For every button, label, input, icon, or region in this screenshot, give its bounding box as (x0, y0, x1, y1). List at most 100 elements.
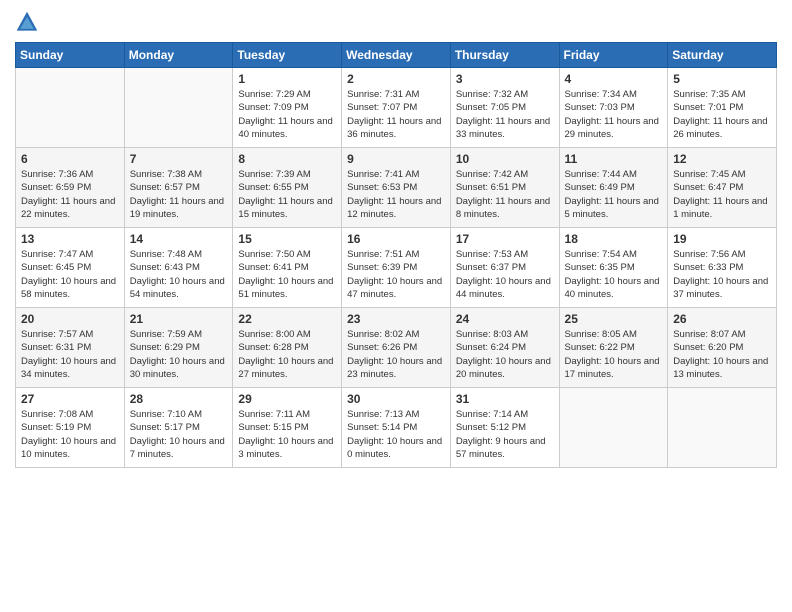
calendar-cell: 1 Sunrise: 7:29 AM Sunset: 7:09 PM Daylig… (233, 68, 342, 148)
day-info: Sunrise: 7:38 AM Sunset: 6:57 PM Dayligh… (130, 168, 228, 221)
calendar-header-row: SundayMondayTuesdayWednesdayThursdayFrid… (16, 43, 777, 68)
day-info: Sunrise: 7:31 AM Sunset: 7:07 PM Dayligh… (347, 88, 445, 141)
day-info: Sunrise: 8:00 AM Sunset: 6:28 PM Dayligh… (238, 328, 336, 381)
day-info: Sunrise: 8:02 AM Sunset: 6:26 PM Dayligh… (347, 328, 445, 381)
calendar-cell (559, 388, 668, 468)
calendar-cell: 2 Sunrise: 7:31 AM Sunset: 7:07 PM Daylig… (342, 68, 451, 148)
day-number: 26 (673, 312, 771, 326)
day-number: 15 (238, 232, 336, 246)
day-info: Sunrise: 7:51 AM Sunset: 6:39 PM Dayligh… (347, 248, 445, 301)
day-number: 4 (565, 72, 663, 86)
calendar-cell: 17 Sunrise: 7:53 AM Sunset: 6:37 PM Dayli… (450, 228, 559, 308)
column-header-friday: Friday (559, 43, 668, 68)
day-info: Sunrise: 7:29 AM Sunset: 7:09 PM Dayligh… (238, 88, 336, 141)
column-header-monday: Monday (124, 43, 233, 68)
calendar-cell: 26 Sunrise: 8:07 AM Sunset: 6:20 PM Dayli… (668, 308, 777, 388)
day-number: 13 (21, 232, 119, 246)
calendar-cell: 29 Sunrise: 7:11 AM Sunset: 5:15 PM Dayli… (233, 388, 342, 468)
day-number: 10 (456, 152, 554, 166)
column-header-tuesday: Tuesday (233, 43, 342, 68)
day-number: 20 (21, 312, 119, 326)
column-header-saturday: Saturday (668, 43, 777, 68)
day-number: 16 (347, 232, 445, 246)
day-number: 24 (456, 312, 554, 326)
calendar-cell: 3 Sunrise: 7:32 AM Sunset: 7:05 PM Daylig… (450, 68, 559, 148)
calendar-cell: 21 Sunrise: 7:59 AM Sunset: 6:29 PM Dayli… (124, 308, 233, 388)
calendar-cell: 23Sunrise: 8:02 AM Sunset: 6:26 PM Dayli… (342, 308, 451, 388)
calendar-cell: 5 Sunrise: 7:35 AM Sunset: 7:01 PM Daylig… (668, 68, 777, 148)
calendar-cell: 13Sunrise: 7:47 AM Sunset: 6:45 PM Dayli… (16, 228, 125, 308)
day-number: 8 (238, 152, 336, 166)
calendar-cell: 10 Sunrise: 7:42 AM Sunset: 6:51 PM Dayli… (450, 148, 559, 228)
calendar-cell: 8 Sunrise: 7:39 AM Sunset: 6:55 PM Daylig… (233, 148, 342, 228)
calendar-week-row: 6 Sunrise: 7:36 AM Sunset: 6:59 PM Daylig… (16, 148, 777, 228)
calendar-cell: 6 Sunrise: 7:36 AM Sunset: 6:59 PM Daylig… (16, 148, 125, 228)
calendar-cell: 31 Sunrise: 7:14 AM Sunset: 5:12 PM Dayli… (450, 388, 559, 468)
calendar-cell (124, 68, 233, 148)
day-info: Sunrise: 8:05 AM Sunset: 6:22 PM Dayligh… (565, 328, 663, 381)
day-number: 28 (130, 392, 228, 406)
day-info: Sunrise: 7:57 AM Sunset: 6:31 PM Dayligh… (21, 328, 119, 381)
day-info: Sunrise: 8:07 AM Sunset: 6:20 PM Dayligh… (673, 328, 771, 381)
day-number: 18 (565, 232, 663, 246)
calendar-cell: 4 Sunrise: 7:34 AM Sunset: 7:03 PM Daylig… (559, 68, 668, 148)
day-info: Sunrise: 7:53 AM Sunset: 6:37 PM Dayligh… (456, 248, 554, 301)
calendar-cell: 30Sunrise: 7:13 AM Sunset: 5:14 PM Dayli… (342, 388, 451, 468)
day-number: 9 (347, 152, 445, 166)
day-number: 17 (456, 232, 554, 246)
day-info: Sunrise: 7:59 AM Sunset: 6:29 PM Dayligh… (130, 328, 228, 381)
day-info: Sunrise: 7:41 AM Sunset: 6:53 PM Dayligh… (347, 168, 445, 221)
day-number: 21 (130, 312, 228, 326)
column-header-thursday: Thursday (450, 43, 559, 68)
calendar-cell: 15 Sunrise: 7:50 AM Sunset: 6:41 PM Dayli… (233, 228, 342, 308)
calendar-cell (668, 388, 777, 468)
day-number: 30 (347, 392, 445, 406)
day-info: Sunrise: 7:56 AM Sunset: 6:33 PM Dayligh… (673, 248, 771, 301)
day-number: 2 (347, 72, 445, 86)
calendar-week-row: 27 Sunrise: 7:08 AM Sunset: 5:19 PM Dayli… (16, 388, 777, 468)
calendar-cell: 12Sunrise: 7:45 AM Sunset: 6:47 PM Dayli… (668, 148, 777, 228)
day-info: Sunrise: 7:14 AM Sunset: 5:12 PM Dayligh… (456, 408, 554, 461)
day-number: 12 (673, 152, 771, 166)
day-number: 14 (130, 232, 228, 246)
calendar-cell (16, 68, 125, 148)
day-number: 27 (21, 392, 119, 406)
day-info: Sunrise: 7:54 AM Sunset: 6:35 PM Dayligh… (565, 248, 663, 301)
day-number: 11 (565, 152, 663, 166)
day-info: Sunrise: 7:34 AM Sunset: 7:03 PM Dayligh… (565, 88, 663, 141)
day-info: Sunrise: 7:11 AM Sunset: 5:15 PM Dayligh… (238, 408, 336, 461)
day-info: Sunrise: 7:32 AM Sunset: 7:05 PM Dayligh… (456, 88, 554, 141)
day-info: Sunrise: 7:42 AM Sunset: 6:51 PM Dayligh… (456, 168, 554, 221)
calendar-cell: 18 Sunrise: 7:54 AM Sunset: 6:35 PM Dayli… (559, 228, 668, 308)
calendar-cell: 28 Sunrise: 7:10 AM Sunset: 5:17 PM Dayli… (124, 388, 233, 468)
calendar-cell: 7Sunrise: 7:38 AM Sunset: 6:57 PM Daylig… (124, 148, 233, 228)
calendar-cell: 20 Sunrise: 7:57 AM Sunset: 6:31 PM Dayli… (16, 308, 125, 388)
day-info: Sunrise: 7:10 AM Sunset: 5:17 PM Dayligh… (130, 408, 228, 461)
logo-icon (15, 10, 39, 34)
day-number: 22 (238, 312, 336, 326)
day-info: Sunrise: 7:50 AM Sunset: 6:41 PM Dayligh… (238, 248, 336, 301)
calendar-cell: 11 Sunrise: 7:44 AM Sunset: 6:49 PM Dayli… (559, 148, 668, 228)
day-info: Sunrise: 8:03 AM Sunset: 6:24 PM Dayligh… (456, 328, 554, 381)
day-info: Sunrise: 7:44 AM Sunset: 6:49 PM Dayligh… (565, 168, 663, 221)
day-info: Sunrise: 7:35 AM Sunset: 7:01 PM Dayligh… (673, 88, 771, 141)
calendar-cell: 27 Sunrise: 7:08 AM Sunset: 5:19 PM Dayli… (16, 388, 125, 468)
column-header-sunday: Sunday (16, 43, 125, 68)
day-number: 31 (456, 392, 554, 406)
day-info: Sunrise: 7:08 AM Sunset: 5:19 PM Dayligh… (21, 408, 119, 461)
day-number: 1 (238, 72, 336, 86)
day-info: Sunrise: 7:36 AM Sunset: 6:59 PM Dayligh… (21, 168, 119, 221)
calendar-cell: 16 Sunrise: 7:51 AM Sunset: 6:39 PM Dayli… (342, 228, 451, 308)
day-number: 5 (673, 72, 771, 86)
day-info: Sunrise: 7:39 AM Sunset: 6:55 PM Dayligh… (238, 168, 336, 221)
calendar-cell: 19Sunrise: 7:56 AM Sunset: 6:33 PM Dayli… (668, 228, 777, 308)
calendar-cell: 14Sunrise: 7:48 AM Sunset: 6:43 PM Dayli… (124, 228, 233, 308)
calendar-cell: 9 Sunrise: 7:41 AM Sunset: 6:53 PM Daylig… (342, 148, 451, 228)
calendar-week-row: 20 Sunrise: 7:57 AM Sunset: 6:31 PM Dayli… (16, 308, 777, 388)
calendar-week-row: 13Sunrise: 7:47 AM Sunset: 6:45 PM Dayli… (16, 228, 777, 308)
calendar-table: SundayMondayTuesdayWednesdayThursdayFrid… (15, 42, 777, 468)
calendar-week-row: 1 Sunrise: 7:29 AM Sunset: 7:09 PM Daylig… (16, 68, 777, 148)
day-number: 29 (238, 392, 336, 406)
day-number: 3 (456, 72, 554, 86)
day-number: 6 (21, 152, 119, 166)
